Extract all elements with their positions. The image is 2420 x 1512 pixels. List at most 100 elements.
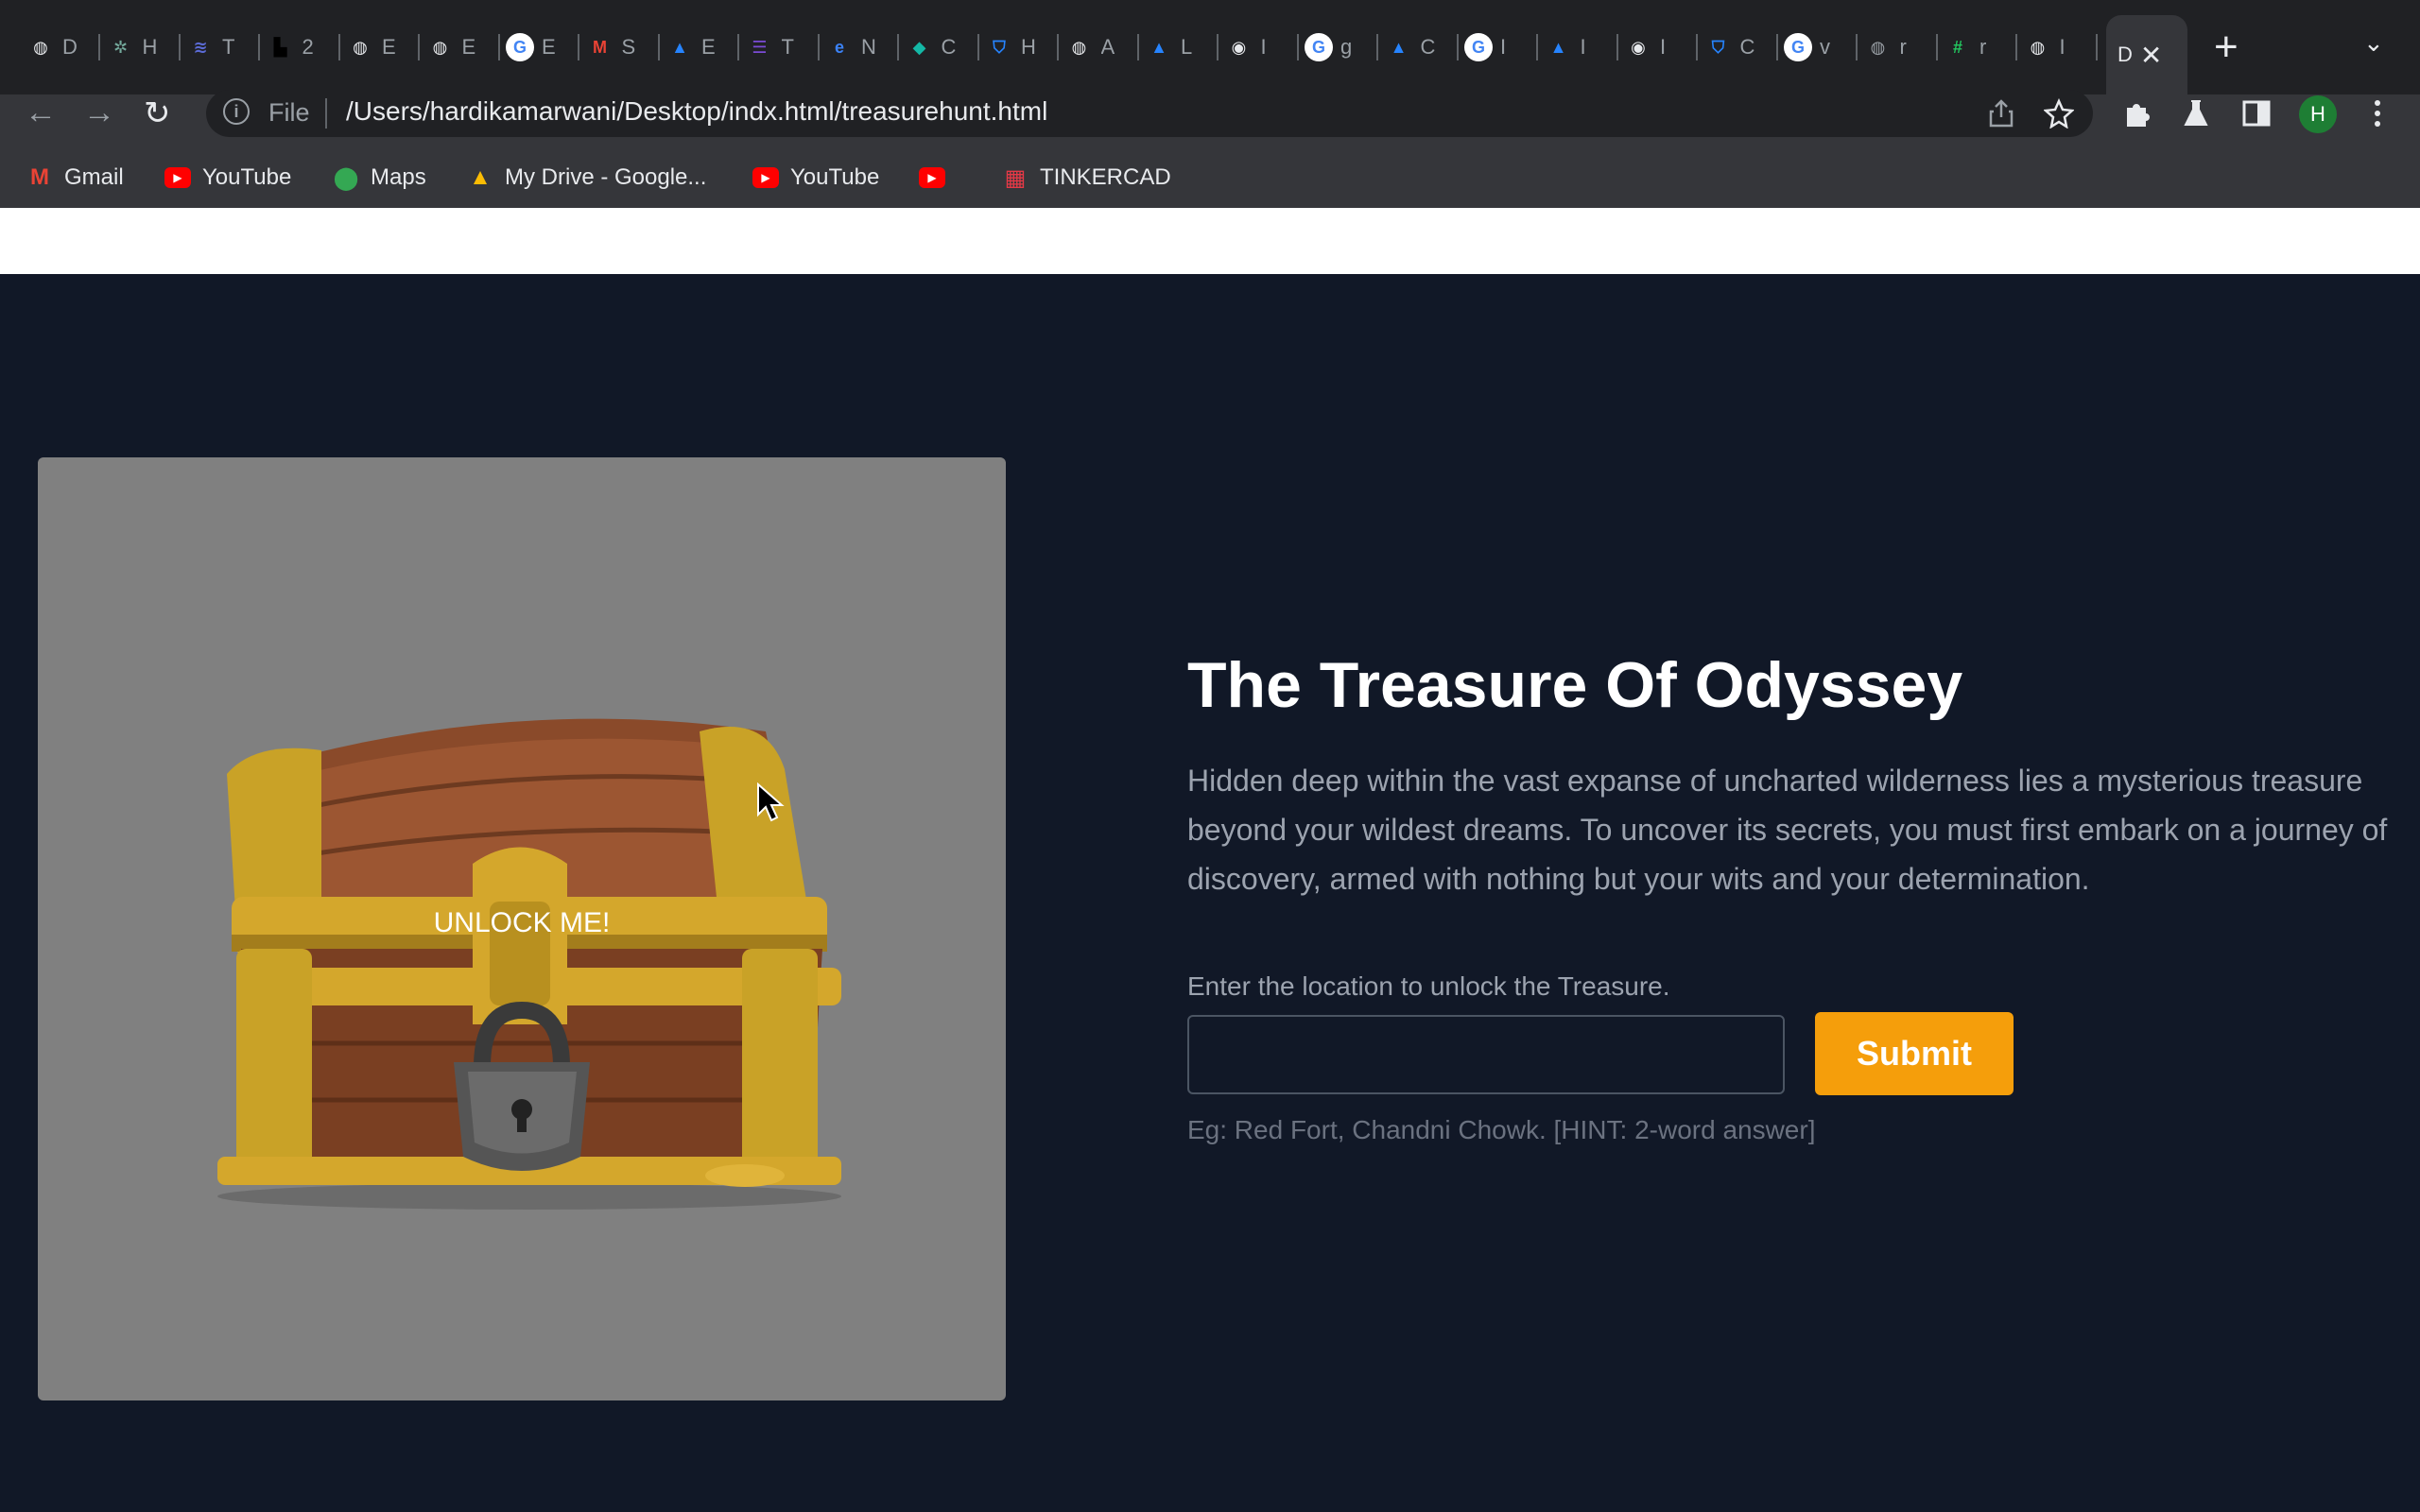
- tab-title: E: [701, 35, 716, 59]
- bookmark-label: My Drive - Google...: [505, 164, 707, 190]
- labs-flask-icon[interactable]: [2182, 98, 2210, 129]
- forward-arrow-icon[interactable]: →: [83, 94, 115, 132]
- tab-title: 2: [302, 35, 314, 59]
- browser-tab[interactable]: ▲ E: [660, 21, 739, 74]
- globe-icon: ◍: [432, 37, 448, 57]
- tab-separator: [2095, 34, 2098, 60]
- list-icon: ☰: [752, 37, 768, 57]
- browser-tab[interactable]: ◍ r: [1858, 21, 1938, 74]
- browser-tab[interactable]: # r: [1938, 21, 2017, 74]
- tab-title: H: [142, 35, 158, 59]
- tab-title: r: [1979, 35, 1987, 59]
- chrome-icon: ◉: [1231, 37, 1247, 57]
- browser-tab[interactable]: ◉ I: [1219, 21, 1299, 74]
- atlassian-icon: ▲: [1150, 37, 1167, 57]
- tab-strip: ◍ D ✲ H ≋ T ▙ 2 ◍ E ◍ E G E M S ▲ E ☰ Te N ◆ C ⛉ H ◍ A ▲ L ◉ I Gg ▲ C G I ▲ I…: [0, 0, 2420, 94]
- bookmark-label: Gmail: [64, 164, 124, 190]
- chatgpt-icon: ✲: [112, 37, 129, 57]
- browser-tab[interactable]: ▲ C: [1379, 21, 1459, 74]
- tab-title: S: [621, 35, 636, 59]
- tab-title: H: [1021, 35, 1036, 59]
- browser-tab[interactable]: ▙ 2: [261, 21, 340, 74]
- bookmark-item[interactable]: ▶ YouTube: [164, 161, 291, 195]
- google-icon: G: [1305, 33, 1333, 61]
- browser-tab[interactable]: ◍ E: [421, 21, 500, 74]
- google-icon: G: [506, 33, 534, 61]
- bookmark-item[interactable]: ▶ YouTube: [752, 161, 879, 195]
- back-arrow-icon[interactable]: ←: [25, 94, 57, 132]
- tinkercad-icon: ▦: [1004, 164, 1027, 191]
- browser-tab[interactable]: ▲ L: [1139, 21, 1219, 74]
- browser-tab[interactable]: GI: [1459, 21, 1538, 74]
- browser-tab[interactable]: ≋ T: [181, 21, 260, 74]
- globe-icon: ◍: [33, 37, 48, 57]
- location-input[interactable]: [1187, 1015, 1785, 1094]
- gmail-icon: M: [30, 164, 49, 190]
- browser-tab[interactable]: ◍ D: [21, 21, 100, 74]
- reload-icon[interactable]: ↻: [144, 94, 171, 132]
- scheme-label: File: [268, 98, 310, 127]
- browser-tab[interactable]: ✲ H: [101, 21, 181, 74]
- browser-tab[interactable]: MS: [580, 21, 660, 74]
- tab-title: I: [1500, 35, 1507, 59]
- chrome-icon: ◉: [1631, 37, 1646, 57]
- bookmark-label: Maps: [371, 164, 426, 190]
- side-panel-icon[interactable]: [2242, 100, 2271, 127]
- url-text[interactable]: /Users/hardikamarwani/Desktop/indx.html/…: [346, 96, 1047, 127]
- tab-title: I: [1580, 35, 1586, 59]
- location-prompt-label: Enter the location to unlock the Treasur…: [1187, 971, 1670, 1001]
- submit-button[interactable]: Submit: [1815, 1012, 2014, 1095]
- browser-tab[interactable]: Gv: [1778, 21, 1858, 74]
- tab-title: C: [1420, 35, 1436, 59]
- profile-avatar[interactable]: H: [2299, 95, 2337, 133]
- browser-tab[interactable]: ⛉ C: [1699, 21, 1778, 74]
- youtube-icon: ▶: [752, 167, 779, 188]
- bookmark-star-icon[interactable]: [2044, 98, 2074, 129]
- shield-icon: ⛉: [1711, 37, 1725, 57]
- kebab-menu-icon[interactable]: [2371, 98, 2384, 129]
- browser-tab[interactable]: ☰ T: [740, 21, 820, 74]
- browser-tab[interactable]: Gg: [1299, 21, 1378, 74]
- tab-title: I: [2059, 35, 2066, 59]
- hash-icon: #: [1952, 37, 1962, 57]
- atlassian-icon: ▲: [1549, 37, 1567, 57]
- bookmark-item[interactable]: ⬤ Maps: [333, 161, 426, 195]
- globe-icon: ◍: [1071, 37, 1087, 57]
- new-tab-button[interactable]: +: [2214, 23, 2238, 72]
- youtube-icon: ▶: [164, 167, 191, 188]
- extensions-puzzle-icon[interactable]: [2121, 98, 2152, 129]
- site-info-icon[interactable]: i: [223, 98, 250, 125]
- tab-title: D: [62, 35, 78, 59]
- hint-text: Eg: Red Fort, Chandni Chowk. [HINT: 2-wo…: [1187, 1115, 1816, 1144]
- mouse-cursor-icon: [757, 782, 785, 822]
- share-icon[interactable]: [1987, 98, 2015, 129]
- browser-tab[interactable]: ▲ I: [1539, 21, 1618, 74]
- bookmark-label: TINKERCAD: [1040, 164, 1171, 190]
- browser-tab[interactable]: ⛉ H: [979, 21, 1059, 74]
- bookmark-item[interactable]: M Gmail: [26, 161, 124, 195]
- browser-tab[interactable]: eN: [820, 21, 899, 74]
- browser-tab[interactable]: ◍ E: [340, 21, 420, 74]
- browser-tab[interactable]: GE: [500, 21, 579, 74]
- atlassian-icon: ▲: [671, 37, 688, 57]
- browser-tab[interactable]: ◉ I: [1618, 21, 1698, 74]
- bookmark-item[interactable]: ▶: [919, 161, 957, 195]
- tab-title: E: [542, 35, 556, 59]
- treasure-chest-card[interactable]: UNLOCK ME!: [38, 457, 1006, 1400]
- gmail-icon: M: [593, 37, 607, 57]
- active-tab[interactable]: D ✕: [2106, 15, 2187, 94]
- tab-search-chevron-icon[interactable]: ⌄: [2363, 28, 2384, 58]
- tab-title: L: [1181, 35, 1193, 59]
- tab-title: C: [941, 35, 957, 59]
- shield-icon: ⛉: [993, 37, 1006, 57]
- browser-tab[interactable]: ◆ C: [900, 21, 979, 74]
- bookmark-item[interactable]: ▦ TINKERCAD: [1002, 161, 1171, 195]
- close-tab-icon[interactable]: ✕: [2140, 40, 2162, 71]
- browser-tab[interactable]: ◍ A: [1060, 21, 1139, 74]
- tab-title: E: [382, 35, 396, 59]
- maps-icon: ⬤: [333, 164, 359, 191]
- tab-title: T: [222, 35, 235, 59]
- bookmark-item[interactable]: ▲ My Drive - Google...: [467, 161, 706, 195]
- browser-tab[interactable]: ◍ I: [2018, 21, 2098, 74]
- tab-title: C: [1739, 35, 1755, 59]
